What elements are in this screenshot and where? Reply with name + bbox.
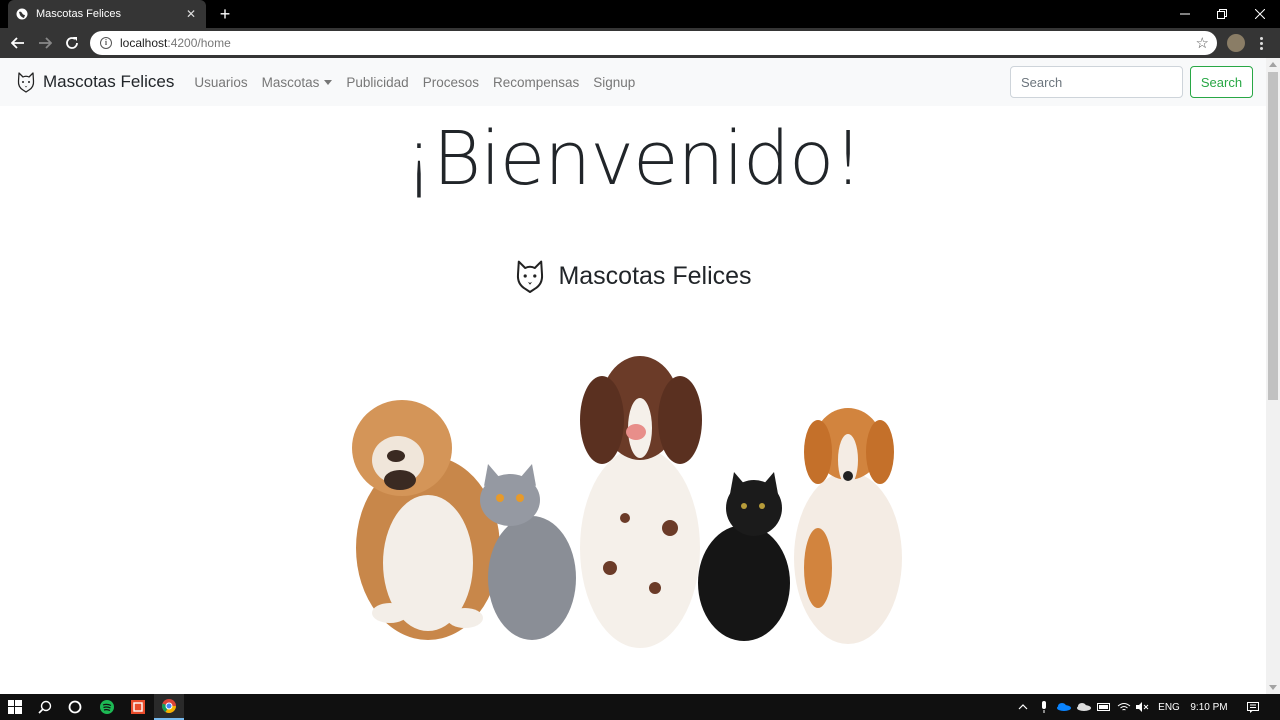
cortana-icon[interactable] (60, 694, 90, 720)
onedrive-icon[interactable] (1076, 694, 1092, 720)
bookmark-star-icon[interactable]: ☆ (1196, 34, 1209, 52)
navbar: Mascotas Felices Usuarios Mascotas Publi… (0, 58, 1266, 106)
extension-icon[interactable] (1227, 34, 1245, 52)
tab-close-icon[interactable]: ✕ (184, 7, 198, 21)
dog-logo-icon (517, 260, 544, 293)
info-icon[interactable]: i (100, 37, 112, 49)
nav-dropdown-mascotas[interactable]: Mascotas (262, 75, 333, 90)
reload-icon[interactable] (63, 34, 81, 52)
globe-icon (16, 8, 28, 20)
restore-icon[interactable] (1203, 0, 1241, 28)
browser-tab[interactable]: Mascotas Felices ✕ (8, 0, 206, 28)
back-arrow-icon[interactable] (9, 34, 27, 52)
dog-logo-icon (17, 72, 35, 93)
beagle-illustration (794, 408, 902, 644)
address-bar[interactable]: i localhost:4200/home ☆ (90, 31, 1217, 55)
windows-taskbar: ENG 9:10 PM (0, 694, 1280, 720)
nav-link-procesos[interactable]: Procesos (423, 75, 479, 90)
pets-image (352, 356, 902, 648)
browser-toolbar: i localhost:4200/home ☆ (0, 28, 1280, 58)
nav-link-recompensas[interactable]: Recompensas (493, 75, 579, 90)
sub-brand: Mascotas Felices (0, 258, 1266, 294)
spotify-icon[interactable] (92, 694, 122, 720)
tab-title: Mascotas Felices (36, 8, 121, 20)
url-host: localhost (120, 36, 168, 50)
chevron-up-icon[interactable] (1016, 694, 1030, 720)
nav-link-publicidad[interactable]: Publicidad (346, 75, 408, 90)
language-indicator[interactable]: ENG (1155, 694, 1183, 720)
black-cat-illustration (698, 472, 790, 641)
battery-icon[interactable] (1096, 694, 1112, 720)
clock[interactable]: 9:10 PM (1187, 694, 1231, 720)
windows-start-icon[interactable] (0, 694, 30, 720)
bulldog-illustration (352, 400, 500, 640)
chrome-menu-icon[interactable] (1256, 34, 1266, 52)
search-button[interactable]: Search (1190, 66, 1253, 98)
onedrive-blue-icon[interactable] (1056, 694, 1072, 720)
nav-dropdown-label: Mascotas (261, 74, 320, 90)
minimize-icon[interactable] (1166, 0, 1204, 28)
search-icon[interactable] (30, 694, 60, 720)
notifications-icon[interactable] (1244, 694, 1262, 720)
microphone-icon[interactable] (1037, 694, 1051, 720)
caret-down-icon (324, 79, 333, 85)
brand-text: Mascotas Felices (43, 72, 175, 91)
close-window-icon[interactable] (1241, 0, 1279, 28)
grey-cat-illustration (480, 464, 576, 640)
welcome-heading: ¡Bienvenido! (404, 116, 863, 202)
forward-arrow-icon[interactable] (36, 34, 54, 52)
sub-brand-text: Mascotas Felices (558, 261, 752, 290)
spaniel-illustration (580, 356, 702, 648)
nav-link-usuarios[interactable]: Usuarios (194, 75, 247, 90)
browser-tab-strip: Mascotas Felices ✕ + (0, 0, 1280, 28)
page-viewport: Mascotas Felices Usuarios Mascotas Publi… (0, 58, 1266, 694)
wifi-icon[interactable] (1116, 694, 1132, 720)
navbar-brand[interactable]: Mascotas Felices (16, 71, 174, 93)
chrome-taskbar-icon[interactable] (154, 694, 184, 720)
page-scrollbar[interactable] (1266, 58, 1280, 694)
url-path: :4200/home (167, 36, 231, 50)
search-input[interactable] (1010, 66, 1183, 98)
speaker-muted-icon[interactable] (1135, 694, 1151, 720)
scroll-down-arrow-icon[interactable] (1269, 685, 1277, 690)
scrollbar-thumb[interactable] (1268, 72, 1278, 400)
scroll-up-arrow-icon[interactable] (1269, 62, 1277, 67)
nav-link-signup[interactable]: Signup (593, 75, 635, 90)
new-tab-button[interactable]: + (216, 5, 234, 23)
app-red-icon[interactable] (123, 694, 153, 720)
